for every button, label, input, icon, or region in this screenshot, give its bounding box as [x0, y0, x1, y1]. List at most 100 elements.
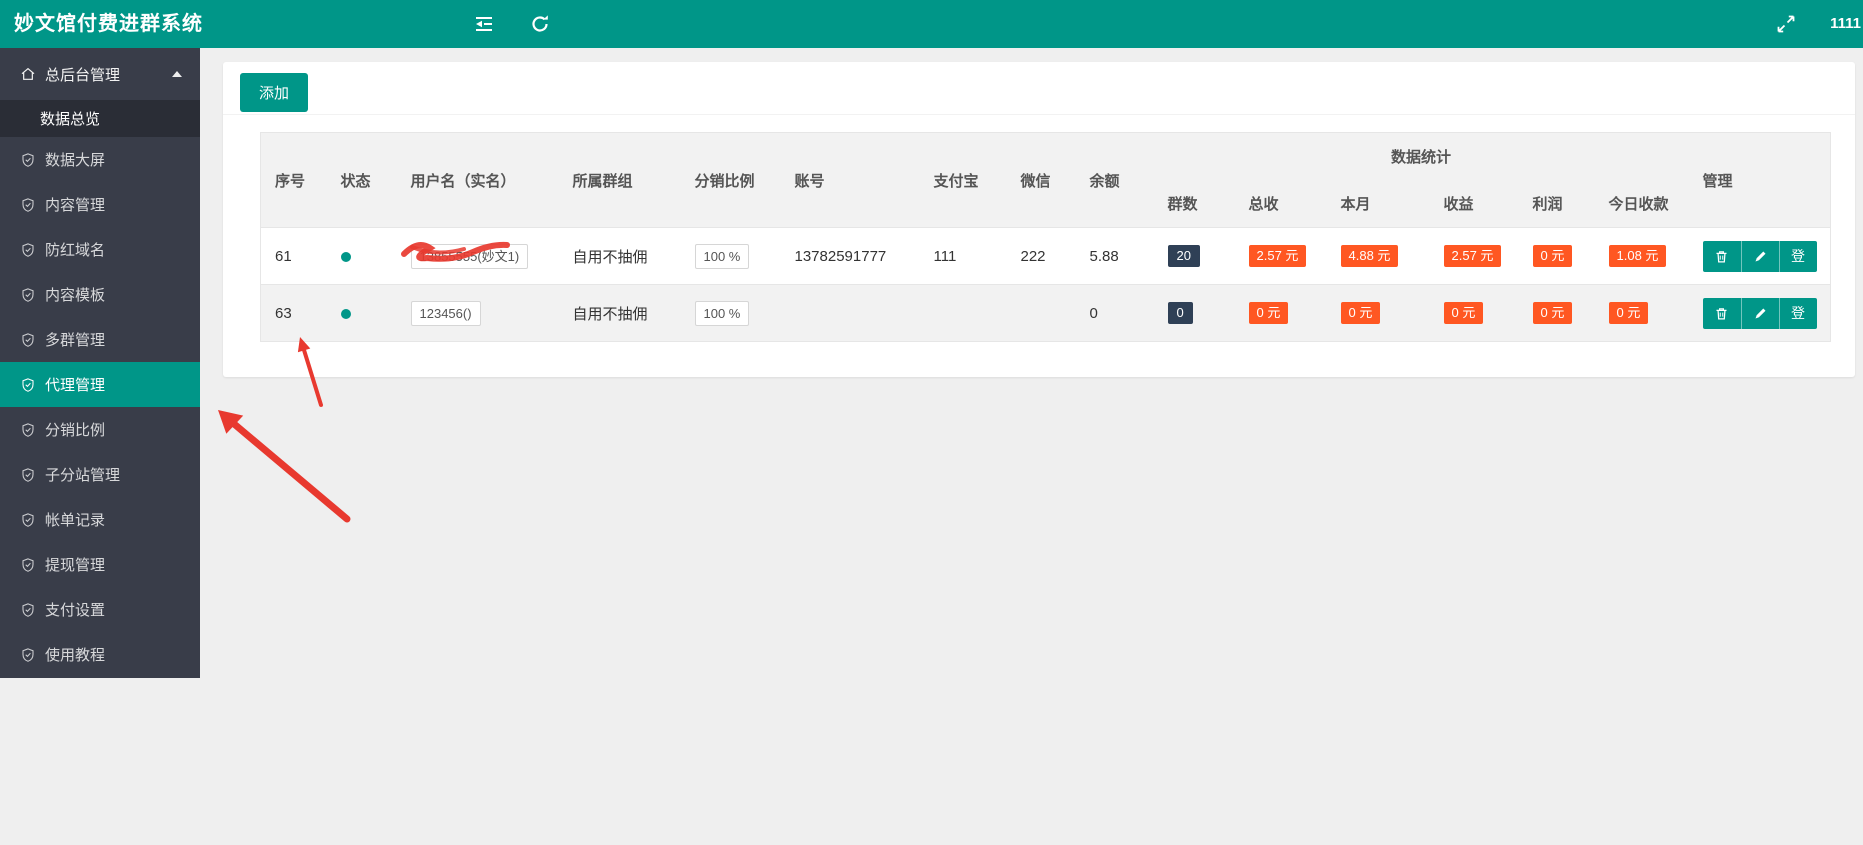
- cell-group-count: 20: [1153, 227, 1235, 285]
- sidebar-item-multi-group[interactable]: 多群管理: [0, 317, 200, 362]
- login-as-button[interactable]: 登: [1778, 240, 1817, 272]
- agent-table-card: 添加 序号 状态 用户名（实名） 所属群组 分销比例 账号 支付宝 微信 余额 …: [223, 62, 1855, 377]
- col-header-username: 用户名（实名）: [396, 132, 559, 228]
- col-header-ratio: 分销比例: [680, 132, 781, 228]
- cell-earnings: 0 元: [1429, 284, 1519, 342]
- cell-month-income: 0 元: [1326, 284, 1430, 342]
- card-toolbar: 添加: [223, 62, 1855, 115]
- refresh-icon[interactable]: [530, 14, 550, 34]
- sidebar-item-label: 内容管理: [45, 197, 106, 214]
- ratio-box[interactable]: 100 %: [694, 300, 750, 326]
- cell-group: 自用不抽佣: [558, 284, 681, 342]
- col-header-earnings: 收益: [1429, 180, 1519, 228]
- username-text: 13855555(妙文1): [419, 248, 520, 264]
- login-as-button[interactable]: 登: [1778, 297, 1817, 329]
- sidebar-item-content-template[interactable]: 内容模板: [0, 272, 200, 317]
- cell-ratio: 100 %: [680, 227, 781, 285]
- sidebar-item-distribution-ratio[interactable]: 分销比例: [0, 407, 200, 452]
- col-header-wechat: 微信: [1006, 132, 1076, 228]
- table-row: 63 123456() 自用不抽佣 100 % 0 0 0 元 0 元 0 元 …: [260, 284, 1831, 342]
- money-badge: 1.08 元: [1608, 245, 1667, 267]
- cell-balance: 5.88: [1075, 227, 1154, 285]
- shield-check-icon: [22, 197, 34, 212]
- sidebar-item-payment-settings[interactable]: 支付设置: [0, 587, 200, 632]
- fullscreen-icon[interactable]: [1776, 14, 1796, 34]
- ratio-box[interactable]: 100 %: [694, 243, 750, 269]
- cell-alipay: [919, 284, 1007, 342]
- money-badge: 2.57 元: [1443, 245, 1502, 267]
- sidebar-item-label: 内容模板: [45, 287, 106, 304]
- col-header-month-income: 本月: [1326, 180, 1430, 228]
- shield-check-icon: [22, 242, 34, 257]
- shield-check-icon: [22, 152, 34, 167]
- sidebar-item-withdraw-manage[interactable]: 提现管理: [0, 542, 200, 587]
- col-header-status: 状态: [326, 132, 397, 228]
- cell-wechat: [1006, 284, 1076, 342]
- group-count-badge: 0: [1167, 302, 1193, 324]
- col-header-group-count: 群数: [1153, 180, 1235, 228]
- sidebar-item-bill-records[interactable]: 帐单记录: [0, 497, 200, 542]
- pencil-icon: [1755, 251, 1766, 261]
- edit-button[interactable]: [1740, 240, 1779, 272]
- agent-table: 序号 状态 用户名（实名） 所属群组 分销比例 账号 支付宝 微信 余额 数据统…: [260, 132, 1832, 342]
- trash-icon: [1716, 250, 1727, 262]
- shield-check-icon: [22, 287, 34, 302]
- cell-account: 13782591777: [780, 227, 920, 285]
- sidebar-item-label: 代理管理: [45, 377, 106, 394]
- cell-account: [780, 284, 920, 342]
- sidebar-item-agent-manage-active[interactable]: 代理管理: [0, 362, 200, 407]
- sidebar-item-label: 多群管理: [45, 332, 106, 349]
- cell-total-income: 2.57 元: [1234, 227, 1327, 285]
- cell-earnings: 2.57 元: [1429, 227, 1519, 285]
- sidebar-collapse-icon[interactable]: [474, 14, 494, 34]
- edit-button[interactable]: [1740, 297, 1779, 329]
- sidebar-item-data-overview[interactable]: 数据总览: [0, 100, 200, 137]
- add-button[interactable]: 添加: [240, 73, 309, 112]
- cell-seq: 63: [260, 284, 327, 342]
- sidebar-item-usage-tutorial[interactable]: 使用教程: [0, 632, 200, 677]
- cell-username: 123456(): [396, 284, 559, 342]
- sidebar-item-label: 分销比例: [45, 422, 106, 439]
- money-badge: 0 元: [1532, 302, 1573, 324]
- username-box[interactable]: 123456(): [410, 300, 481, 326]
- sidebar-item-label: 支付设置: [45, 602, 106, 619]
- money-badge: 0 元: [1532, 245, 1573, 267]
- status-dot: [340, 251, 351, 262]
- sidebar-item-label: 总后台管理: [45, 66, 121, 84]
- cell-username: 13855555(妙文1): [396, 227, 559, 285]
- delete-button[interactable]: [1702, 240, 1741, 272]
- col-header-total-income: 总收: [1234, 180, 1327, 228]
- cell-manage: 登: [1688, 227, 1831, 285]
- cell-seq: 61: [260, 227, 327, 285]
- sidebar-item-substation-manage[interactable]: 子分站管理: [0, 452, 200, 497]
- delete-button[interactable]: [1702, 297, 1741, 329]
- app-window: 妙文馆付费进群系统 1111 总后台管理 数据总览 数据大屏 内容管理 防红域名…: [0, 0, 1863, 845]
- group-count-badge: 20: [1167, 245, 1200, 267]
- cell-today-income: 0 元: [1594, 284, 1689, 342]
- col-header-manage: 管理: [1688, 132, 1831, 228]
- table-row: 61 13855555(妙文1) 自用不抽佣 100 % 13782591777…: [260, 227, 1831, 285]
- shield-check-icon: [22, 512, 34, 527]
- sidebar-item-label: 数据总览: [40, 111, 101, 128]
- cell-month-income: 4.88 元: [1326, 227, 1430, 285]
- shield-check-icon: [22, 602, 34, 617]
- money-badge: 2.57 元: [1248, 245, 1307, 267]
- cell-today-income: 1.08 元: [1594, 227, 1689, 285]
- sidebar-item-content-manage[interactable]: 内容管理: [0, 182, 200, 227]
- col-header-alipay: 支付宝: [919, 132, 1007, 228]
- sidebar-item-admin-root[interactable]: 总后台管理: [0, 48, 200, 100]
- app-title: 妙文馆付费进群系统: [14, 13, 203, 35]
- sidebar-item-antired-domain[interactable]: 防红域名: [0, 227, 200, 272]
- sidebar-item-label: 使用教程: [45, 647, 106, 664]
- header-username[interactable]: 1111: [1830, 0, 1861, 48]
- cell-group-count: 0: [1153, 284, 1235, 342]
- trash-icon: [1716, 307, 1727, 319]
- cell-ratio: 100 %: [680, 284, 781, 342]
- sidebar-item-data-screen[interactable]: 数据大屏: [0, 137, 200, 182]
- col-header-seq: 序号: [260, 132, 327, 228]
- shield-check-icon: [22, 557, 34, 572]
- cell-wechat: 222: [1006, 227, 1076, 285]
- col-group-header-stats: 数据统计: [1153, 132, 1689, 180]
- shield-check-icon: [22, 467, 34, 482]
- username-box[interactable]: 13855555(妙文1): [410, 243, 529, 269]
